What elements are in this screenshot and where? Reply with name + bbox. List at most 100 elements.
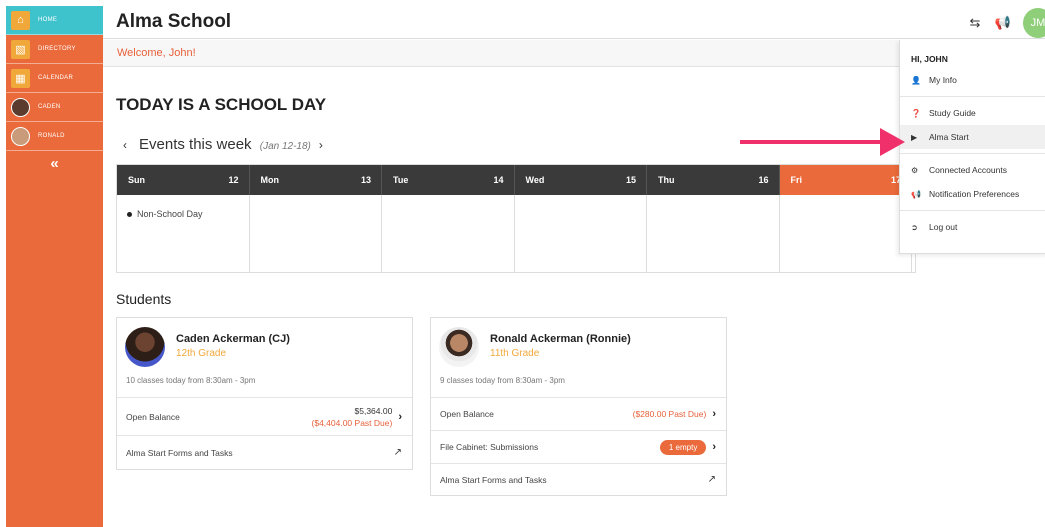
day-name: Mon [260, 175, 280, 185]
sign-out-icon: ➲ [911, 222, 918, 232]
chevron-right-icon: › [712, 408, 716, 420]
day-name: Sun [128, 175, 145, 185]
events-date-range: (Jan 12-18) [259, 141, 311, 152]
student-name: Caden Ackerman (CJ) [176, 333, 290, 345]
calendar-day-cell [250, 195, 382, 273]
dropdown-section-help: ❓ Study Guide ▶ Alma Start [900, 97, 1045, 154]
dropdown-section-profile: HI, JOHN 👤 My Info [900, 40, 1045, 97]
sidebar-item-label: CADEN [38, 104, 61, 110]
balance-amounts: $5,364.00 ($4,404.00 Past Due) [312, 405, 393, 429]
sidebar-item-label: DIRECTORY [38, 46, 76, 52]
collapse-sidebar-button[interactable]: « [6, 155, 103, 172]
calendar-day-cell [780, 195, 912, 273]
menu-item-label: Notification Preferences [929, 189, 1020, 199]
open-balance-label: Open Balance [440, 409, 494, 419]
day-name: Thu [658, 175, 675, 185]
student-classes-today: 9 classes today from 8:30am - 3pm [440, 376, 565, 385]
menu-item-label: Alma Start [929, 132, 969, 142]
avatar [125, 327, 165, 367]
menu-item-label: Log out [929, 222, 958, 232]
student-grade: 12th Grade [176, 348, 227, 359]
user-icon: 👤 [911, 75, 921, 85]
status-badge: 1 empty [659, 439, 707, 455]
directory-icon: ▧ [11, 39, 30, 59]
dropdown-section-logout: ➲ Log out [900, 211, 1045, 243]
sidebar-item-label: HOME [38, 17, 58, 23]
past-due-amount: ($280.00 Past Due) [632, 409, 707, 419]
file-cabinet-label: File Cabinet: Submissions [440, 442, 539, 452]
sidebar-item-home[interactable]: ⌂ HOME [6, 6, 103, 35]
events-title: Events this week (Jan 12-18) [139, 136, 311, 153]
calendar-day-header: Mon 13 [249, 165, 382, 195]
megaphone-icon[interactable]: 📢 [989, 15, 1017, 31]
header-actions: ⇆ 📢 JM [961, 6, 1045, 39]
student-card-header[interactable]: Caden Ackerman (CJ) 12th Grade 10 classe… [117, 318, 412, 398]
balance-group: ($280.00 Past Due) › [633, 408, 716, 420]
day-date: 12 [228, 175, 239, 185]
student-grade: 11th Grade [490, 348, 540, 359]
menu-item-study-guide[interactable]: ❓ Study Guide [900, 101, 1045, 125]
balance-group: $5,364.00 ($4,404.00 Past Due) › [312, 405, 402, 429]
calendar-event[interactable]: Non-School Day [127, 209, 249, 219]
dropdown-greeting: HI, JOHN [911, 54, 948, 64]
open-balance-label: Open Balance [126, 411, 180, 422]
question-icon: ❓ [911, 108, 921, 118]
menu-item-connected-accounts[interactable]: ⚙ Connected Accounts [900, 158, 1045, 182]
app-root: ⌂ HOME ▧ DIRECTORY ▦ CALENDAR CADEN RONA… [0, 0, 1045, 527]
student-card-header[interactable]: Ronald Ackerman (Ronnie) 11th Grade 9 cl… [431, 318, 726, 398]
chevron-right-icon: › [398, 410, 402, 423]
sidebar-item-directory[interactable]: ▧ DIRECTORY [6, 35, 103, 64]
balance-amount: $5,364.00 [354, 405, 393, 416]
day-date: 15 [625, 175, 636, 185]
day-date: 14 [493, 175, 504, 185]
sidebar-item-caden[interactable]: CADEN [6, 93, 103, 122]
menu-item-label: Connected Accounts [929, 165, 1007, 175]
avatar [439, 327, 479, 367]
past-due-amount: ($4,404.00 Past Due) [311, 417, 393, 428]
sidebar-item-calendar[interactable]: ▦ CALENDAR [6, 64, 103, 93]
menu-item-alma-start[interactable]: ▶ Alma Start [900, 125, 1045, 149]
calendar-header: Sun 12 Mon 13 Tue 14 Wed 15 Thu 16 Fri 17 [117, 165, 915, 195]
calendar-icon: ▦ [11, 68, 30, 88]
welcome-message: Welcome, John! [117, 47, 196, 59]
sidebar-item-label: CALENDAR [38, 75, 74, 81]
dropdown-section-settings: ⚙ Connected Accounts 📢 Notification Prefer… [900, 154, 1045, 211]
day-name: Tue [393, 175, 409, 185]
next-week-button[interactable]: › [319, 138, 323, 152]
student-classes-today: 10 classes today from 8:30am - 3pm [126, 376, 256, 385]
calendar-day-cell: Non-School Day [117, 195, 250, 273]
avatar [11, 126, 30, 146]
forms-tasks-row[interactable]: Alma Start Forms and Tasks ↗ [431, 464, 726, 495]
page-title: Alma School [116, 11, 232, 32]
sidebar-item-ronald[interactable]: RONALD [6, 122, 103, 151]
chevron-right-icon: › [712, 441, 716, 453]
previous-week-button[interactable]: ‹ [123, 138, 127, 152]
home-icon: ⌂ [11, 10, 30, 30]
calendar-day-cell [382, 195, 515, 273]
open-balance-row[interactable]: Open Balance ($280.00 Past Due) › [431, 398, 726, 431]
external-link-icon: ↗ [707, 474, 716, 485]
user-avatar-button[interactable]: JM [1023, 7, 1045, 38]
student-card-ronald: Ronald Ackerman (Ronnie) 11th Grade 9 cl… [430, 317, 727, 496]
student-name: Ronald Ackerman (Ronnie) [490, 333, 631, 345]
day-date: 13 [360, 175, 371, 185]
megaphone-icon: 📢 [911, 189, 921, 199]
balance-amounts: ($280.00 Past Due) [633, 408, 707, 420]
events-header: ‹ Events this week (Jan 12-18) › [123, 136, 323, 153]
event-label: Non-School Day [137, 209, 203, 219]
open-balance-row[interactable]: Open Balance $5,364.00 ($4,404.00 Past D… [117, 398, 412, 436]
calendar-day-header: Tue 14 [382, 165, 515, 195]
sidebar: ⌂ HOME ▧ DIRECTORY ▦ CALENDAR CADEN RONA… [6, 6, 103, 527]
menu-item-my-info[interactable]: 👤 My Info [900, 68, 1045, 92]
week-calendar: Sun 12 Mon 13 Tue 14 Wed 15 Thu 16 Fri 17 Non-… [116, 164, 916, 273]
school-day-title: TODAY IS A SCHOOL DAY [116, 95, 327, 114]
menu-item-notification-preferences[interactable]: 📢 Notification Preferences [900, 182, 1045, 206]
day-date: 16 [758, 175, 769, 185]
calendar-day-header: Wed 15 [514, 165, 647, 195]
students-title: Students [116, 291, 172, 307]
forms-tasks-row[interactable]: Alma Start Forms and Tasks ↗ [117, 436, 412, 469]
swap-icon[interactable]: ⇆ [961, 15, 989, 31]
events-title-text: Events this week [139, 136, 252, 153]
file-cabinet-row[interactable]: File Cabinet: Submissions 1 empty › [431, 431, 726, 464]
menu-item-log-out[interactable]: ➲ Log out [900, 215, 1045, 239]
